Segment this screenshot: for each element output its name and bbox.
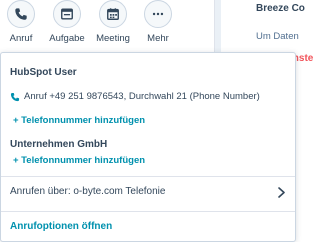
call-action-label: Anruf xyxy=(9,33,33,44)
call-provider-label: Anrufen über: o-byte.com Telefonie xyxy=(10,186,166,197)
call-action-circle[interactable] xyxy=(7,0,35,28)
add-phone-number-company-link[interactable]: + Telefonnummer hinzufügen xyxy=(13,155,145,166)
phone-icon xyxy=(15,8,27,20)
phone-number-option[interactable]: Anruf +49 251 9876543, Durchwahl 21 (Pho… xyxy=(10,91,260,102)
divider xyxy=(1,176,295,177)
chevron-right-icon xyxy=(278,187,285,198)
more-action-label: Mehr xyxy=(147,33,169,44)
phone-icon xyxy=(10,92,20,101)
breeze-card-title: Breeze Co xyxy=(256,3,305,14)
divider xyxy=(1,211,295,212)
task-action-label: Aufgabe xyxy=(49,33,85,44)
add-phone-number-contact-link[interactable]: + Telefonnummer hinzufügen xyxy=(13,115,145,126)
call-action[interactable]: Anruf xyxy=(0,0,43,44)
activity-action-bar: Anruf Aufgabe Meeting Mehr xyxy=(0,0,204,52)
task-icon xyxy=(61,8,73,20)
meeting-action-circle[interactable] xyxy=(99,0,127,28)
task-action-circle[interactable] xyxy=(53,0,81,28)
breeze-card-text: Um Daten xyxy=(256,31,299,42)
call-provider-selector[interactable]: Anrufen über: o-byte.com Telefonie xyxy=(10,186,290,200)
meeting-action-label: Meeting xyxy=(96,33,130,44)
more-action-circle[interactable] xyxy=(144,0,172,28)
phone-number-label: Anruf +49 251 9876543, Durchwahl 21 (Pho… xyxy=(24,91,260,102)
meeting-action[interactable]: Meeting xyxy=(91,0,135,44)
call-options-popover: HubSpot User Anruf +49 251 9876543, Durc… xyxy=(0,52,296,242)
task-action[interactable]: Aufgabe xyxy=(45,0,89,44)
contact-name-heading: HubSpot User xyxy=(10,67,77,78)
company-name-heading: Unternehmen GmbH xyxy=(10,139,108,150)
more-icon xyxy=(152,12,164,16)
open-call-options-link[interactable]: Anrufoptionen öffnen xyxy=(10,221,112,232)
more-action[interactable]: Mehr xyxy=(136,0,180,44)
calendar-icon xyxy=(107,8,119,20)
